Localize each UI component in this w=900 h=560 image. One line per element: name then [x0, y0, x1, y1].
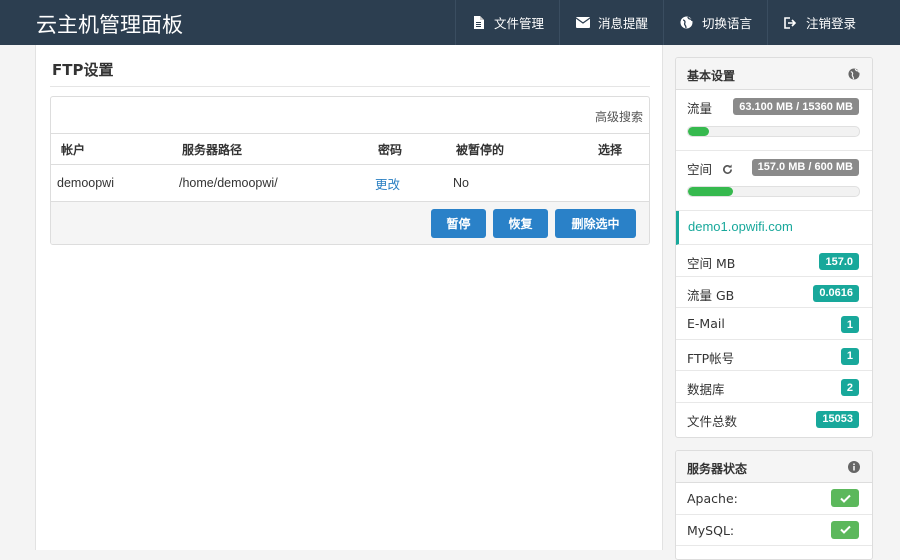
- stat-row: 空间 MB 157.0: [676, 245, 872, 277]
- ftp-accounts-panel: 高级搜索 帐户 服务器路径 密码 被暂停的 选择 demoopwi /home/…: [50, 96, 650, 245]
- sign-out-icon: [783, 15, 799, 31]
- stat-traffic-label: 流量 GB: [687, 287, 735, 303]
- table-row[interactable]: demoopwi /home/demoopwi/ 更改 No: [51, 165, 649, 201]
- stat-row: E-Mail 1: [676, 308, 872, 340]
- nav-logout-label: 注销登录: [805, 16, 856, 31]
- space-progress-bar: [687, 186, 860, 197]
- refresh-icon[interactable]: [722, 163, 733, 175]
- server-status-card: 服务器状态 Apache: MySQL:: [675, 450, 873, 560]
- info-icon: [848, 461, 860, 473]
- stat-database-badge: 2: [840, 379, 859, 396]
- globe-icon: [848, 68, 860, 80]
- brand-title[interactable]: 云主机管理面板: [36, 9, 183, 39]
- column-header-account[interactable]: 帐户: [61, 134, 85, 164]
- nav-language[interactable]: 切换语言: [662, 0, 767, 45]
- column-header-password[interactable]: 密码: [378, 134, 402, 164]
- table-header: 帐户 服务器路径 密码 被暂停的 选择: [51, 133, 649, 165]
- basic-settings-card: 基本设置 流量 63.100 MB / 15360 MB 空间 157.0 MB…: [675, 57, 873, 438]
- space-badge: 157.0 MB / 600 MB: [751, 158, 859, 176]
- stat-row: 数据库 2: [676, 371, 872, 403]
- server-status-title: 服务器状态: [687, 462, 748, 476]
- file-icon: [471, 15, 487, 31]
- stat-email-label: E-Mail: [687, 316, 725, 331]
- main-content: FTP设置 高级搜索 帐户 服务器路径 密码 被暂停的 选择 demoopwi …: [35, 45, 663, 550]
- service-mysql-label: MySQL:: [687, 522, 735, 538]
- service-row: MySQL:: [676, 515, 872, 546]
- column-header-suspended[interactable]: 被暂停的: [456, 134, 504, 164]
- service-apache-label: Apache:: [687, 491, 738, 506]
- nav-language-label: 切换语言: [701, 16, 752, 31]
- globe-icon: [679, 15, 695, 31]
- domain-row[interactable]: demo1.opwifi.com: [676, 211, 872, 245]
- stat-row: 文件总数 15053: [676, 403, 872, 435]
- suspended-cell: No: [453, 176, 469, 190]
- traffic-progress-fill: [688, 126, 709, 136]
- traffic-row: 流量 63.100 MB / 15360 MB: [676, 90, 872, 122]
- stat-space-badge: 157.0: [819, 253, 859, 270]
- restore-button[interactable]: 恢复: [493, 209, 548, 238]
- traffic-label: 流量: [687, 101, 713, 116]
- check-icon: [831, 520, 859, 539]
- space-progress-fill: [688, 187, 733, 196]
- stat-ftp-badge: 1: [840, 347, 859, 365]
- stat-row: 流量 GB 0.0616: [676, 277, 872, 308]
- check-icon: [831, 489, 859, 507]
- envelope-icon: [575, 15, 591, 31]
- stat-row: FTP帐号 1: [676, 340, 872, 371]
- basic-settings-title: 基本设置: [687, 69, 736, 83]
- delete-selected-button[interactable]: 删除选中: [555, 209, 636, 238]
- top-nav: 文件管理 消息提醒 切换语言 注销登录: [454, 0, 900, 45]
- traffic-badge: 63.100 MB / 15360 MB: [733, 98, 859, 115]
- traffic-progress-bar: [687, 125, 860, 137]
- stat-ftp-label: FTP帐号: [687, 350, 735, 366]
- space-label: 空间: [687, 159, 733, 178]
- stat-files-badge: 15053: [816, 410, 859, 428]
- change-password-link[interactable]: 更改: [375, 165, 400, 201]
- nav-messages-label: 消息提醒: [597, 16, 648, 31]
- service-row: Apache:: [676, 483, 872, 515]
- suspend-button[interactable]: 暂停: [431, 209, 486, 238]
- stat-database-label: 数据库: [687, 382, 725, 397]
- page-title: FTP设置: [52, 61, 114, 79]
- space-label-text: 空间: [687, 161, 713, 177]
- basic-settings-header: 基本设置: [676, 58, 872, 90]
- top-navbar: 云主机管理面板 文件管理 消息提醒 切换语言 注销登录: [0, 0, 900, 45]
- path-cell: /home/demoopwi/: [179, 176, 278, 190]
- column-header-path[interactable]: 服务器路径: [182, 134, 242, 164]
- stat-files-label: 文件总数: [687, 413, 738, 429]
- account-cell: demoopwi: [57, 176, 114, 190]
- domain-link[interactable]: demo1.opwifi.com: [688, 219, 793, 234]
- space-progress-row: [676, 182, 872, 211]
- title-divider: [50, 86, 650, 87]
- space-row: 空间 157.0 MB / 600 MB: [676, 151, 872, 183]
- nav-file-manager-label: 文件管理: [493, 16, 544, 31]
- stat-space-label: 空间 MB: [687, 256, 736, 271]
- nav-messages[interactable]: 消息提醒: [558, 0, 663, 45]
- traffic-progress-row: [676, 122, 872, 151]
- column-header-select[interactable]: 选择: [598, 134, 622, 164]
- advanced-search-link[interactable]: 高级搜索: [595, 108, 643, 125]
- stat-email-badge: 1: [840, 316, 859, 333]
- nav-logout[interactable]: 注销登录: [766, 0, 900, 45]
- stat-traffic-badge: 0.0616: [813, 284, 859, 302]
- nav-file-manager[interactable]: 文件管理: [454, 0, 559, 45]
- server-status-header: 服务器状态: [676, 451, 872, 483]
- table-footer: 暂停 恢复 删除选中: [51, 201, 649, 244]
